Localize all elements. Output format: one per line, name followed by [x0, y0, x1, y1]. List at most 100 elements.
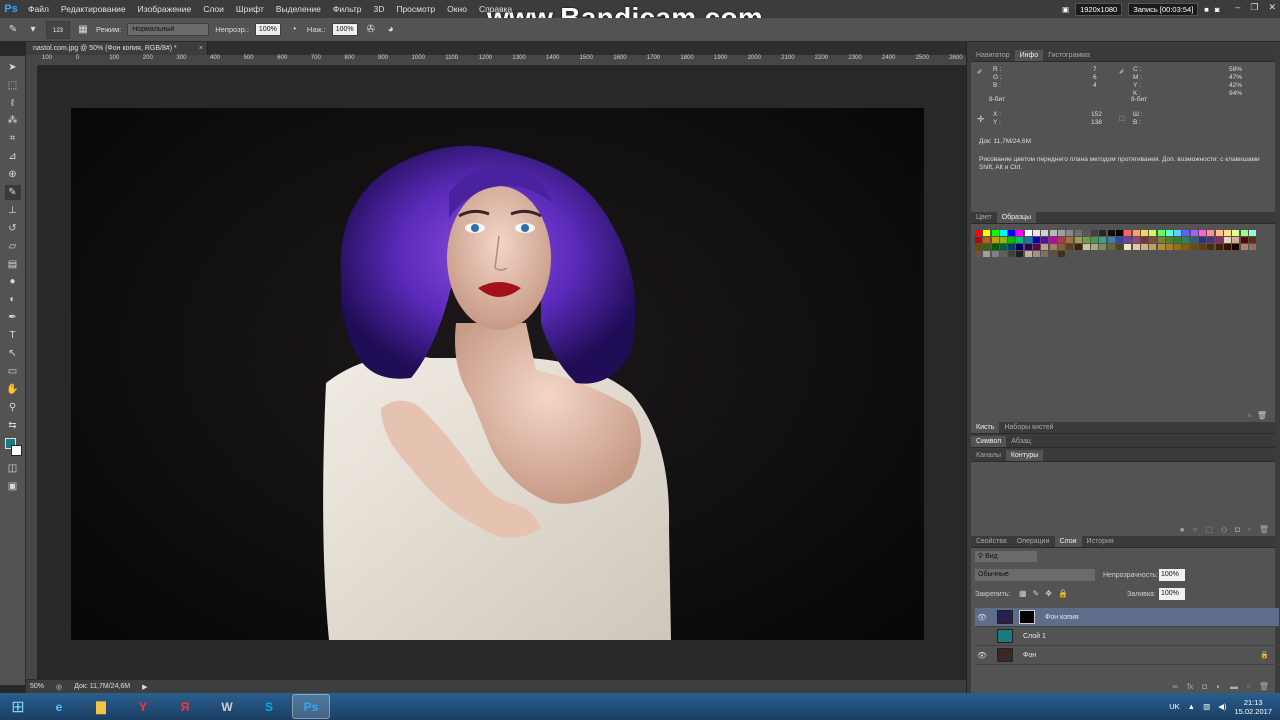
color-swatch[interactable]: [1157, 244, 1165, 250]
color-swatch[interactable]: [1024, 244, 1032, 250]
tab-layers[interactable]: Слои: [1054, 536, 1082, 547]
color-swatch[interactable]: [1008, 251, 1016, 257]
lasso-tool-icon[interactable]: ℓ: [5, 96, 21, 111]
make-path-icon[interactable]: ◇: [1221, 525, 1227, 534]
type-tool-icon[interactable]: T: [5, 328, 21, 343]
color-swatch[interactable]: [999, 251, 1007, 257]
color-swatch[interactable]: [1240, 237, 1248, 243]
tray-arrow-icon[interactable]: ▲: [1188, 702, 1195, 711]
color-swatch[interactable]: [1099, 230, 1107, 236]
color-swatch[interactable]: [1057, 230, 1065, 236]
color-swatch[interactable]: [1041, 244, 1049, 250]
color-swatch[interactable]: [1024, 251, 1032, 257]
color-swatch[interactable]: [1066, 230, 1074, 236]
color-swatch[interactable]: [983, 230, 991, 236]
color-swatch[interactable]: [1140, 237, 1148, 243]
lock-icons[interactable]: ▦✎✥🔒: [1019, 589, 1074, 598]
color-swatch[interactable]: [1116, 244, 1124, 250]
color-swatch[interactable]: [1091, 237, 1099, 243]
color-swatch[interactable]: [1232, 244, 1240, 250]
color-swatch[interactable]: [1049, 230, 1057, 236]
color-swatch[interactable]: [1149, 237, 1157, 243]
color-swatch[interactable]: [1024, 237, 1032, 243]
layer-filter-select[interactable]: ⚲ Вид: [975, 551, 1037, 562]
maximize-icon[interactable]: ❐: [1250, 2, 1258, 13]
trash-icon[interactable]: 🗑: [1259, 525, 1269, 534]
color-swatch[interactable]: [1091, 230, 1099, 236]
taskbar-explorer-icon[interactable]: ▇: [82, 694, 120, 719]
color-swatch[interactable]: [1091, 244, 1099, 250]
fill-path-icon[interactable]: ●: [1180, 525, 1185, 534]
taskbar-yandex-icon[interactable]: Я: [166, 694, 204, 719]
quick-select-tool-icon[interactable]: ⁂: [5, 114, 21, 129]
pen-tool-icon[interactable]: ✒: [5, 310, 21, 325]
color-swatch[interactable]: [1215, 244, 1223, 250]
color-swatch[interactable]: [1132, 230, 1140, 236]
color-swatch[interactable]: [1215, 230, 1223, 236]
layer-row[interactable]: 👁 Фон 🔒: [975, 646, 1279, 665]
tab-channels[interactable]: Каналы: [971, 450, 1006, 461]
add-mask-icon[interactable]: ◘: [1235, 525, 1240, 534]
new-layer-icon[interactable]: ▫: [1247, 682, 1250, 691]
new-path-icon[interactable]: ▫: [1248, 525, 1251, 534]
color-swatch[interactable]: [1008, 237, 1016, 243]
color-swatch[interactable]: [1132, 237, 1140, 243]
tab-navigator[interactable]: Навигатор: [971, 50, 1015, 61]
load-selection-icon[interactable]: ⬚: [1205, 525, 1213, 534]
opacity-input[interactable]: 100%: [254, 23, 281, 36]
color-swatch[interactable]: [1066, 244, 1074, 250]
marquee-tool-icon[interactable]: ⬚: [5, 78, 21, 93]
color-swatch[interactable]: [1132, 244, 1140, 250]
blend-mode-select[interactable]: Обычные: [975, 569, 1095, 581]
crop-tool-icon[interactable]: ⌗: [5, 132, 21, 147]
close-icon[interactable]: ×: [199, 42, 203, 55]
brush-panel-toggle-icon[interactable]: ▦: [76, 23, 90, 37]
color-swatch[interactable]: [991, 230, 999, 236]
tab-character[interactable]: Символ: [971, 436, 1007, 447]
layer-opacity-input[interactable]: 100%: [1159, 569, 1185, 581]
minimize-icon[interactable]: –: [1235, 2, 1240, 13]
color-swatch[interactable]: [1199, 230, 1207, 236]
color-swatch[interactable]: [1207, 237, 1215, 243]
tab-properties[interactable]: Свойства: [971, 536, 1012, 547]
color-swatch[interactable]: [1033, 237, 1041, 243]
chevron-down-icon[interactable]: ▾: [26, 23, 40, 37]
menu-item[interactable]: Фильтр: [327, 0, 368, 18]
color-swatch[interactable]: [1074, 230, 1082, 236]
tab-actions[interactable]: Операции: [1012, 536, 1055, 547]
taskbar-world-of-tanks-icon[interactable]: W: [208, 694, 246, 719]
zoom-tool-icon[interactable]: ⚲: [5, 400, 21, 415]
color-swatch[interactable]: [1199, 244, 1207, 250]
menu-item[interactable]: 3D: [367, 0, 390, 18]
move-tool-icon[interactable]: ➤: [5, 60, 21, 75]
color-swatch[interactable]: [1049, 244, 1057, 250]
color-swatch[interactable]: [1082, 244, 1090, 250]
layer-thumbnail[interactable]: [997, 648, 1013, 662]
color-swatch[interactable]: [1033, 230, 1041, 236]
color-swatch[interactable]: [1165, 230, 1173, 236]
color-swatch[interactable]: [1207, 230, 1215, 236]
color-swatch[interactable]: [1232, 237, 1240, 243]
clone-stamp-tool-icon[interactable]: ⊥: [5, 203, 21, 218]
color-swatch[interactable]: [1174, 237, 1182, 243]
color-swatch[interactable]: [991, 251, 999, 257]
color-swatch[interactable]: [975, 230, 982, 236]
color-swatch[interactable]: [991, 244, 999, 250]
brush-tool-icon[interactable]: ✎: [4, 185, 21, 200]
brush-tool-icon[interactable]: ✎: [6, 23, 20, 37]
layer-row[interactable]: Слой 1: [975, 627, 1279, 646]
tab-history[interactable]: История: [1082, 536, 1119, 547]
tab-swatches[interactable]: Образцы: [996, 212, 1037, 223]
color-swatch[interactable]: [1248, 237, 1256, 243]
color-swatch[interactable]: [1140, 244, 1148, 250]
color-swatch[interactable]: [975, 251, 982, 257]
color-swatch[interactable]: [999, 244, 1007, 250]
trash-icon[interactable]: 🗑: [1257, 411, 1267, 420]
color-swatch[interactable]: [1016, 237, 1024, 243]
tab-info[interactable]: Инфо: [1014, 50, 1044, 61]
status-menu-arrow-icon[interactable]: ▶: [142, 683, 147, 691]
camera-icon[interactable]: ◙: [1215, 5, 1220, 14]
color-swatch[interactable]: [1140, 230, 1148, 236]
color-swatch[interactable]: [1049, 237, 1057, 243]
eraser-tool-icon[interactable]: ▱: [5, 239, 21, 254]
